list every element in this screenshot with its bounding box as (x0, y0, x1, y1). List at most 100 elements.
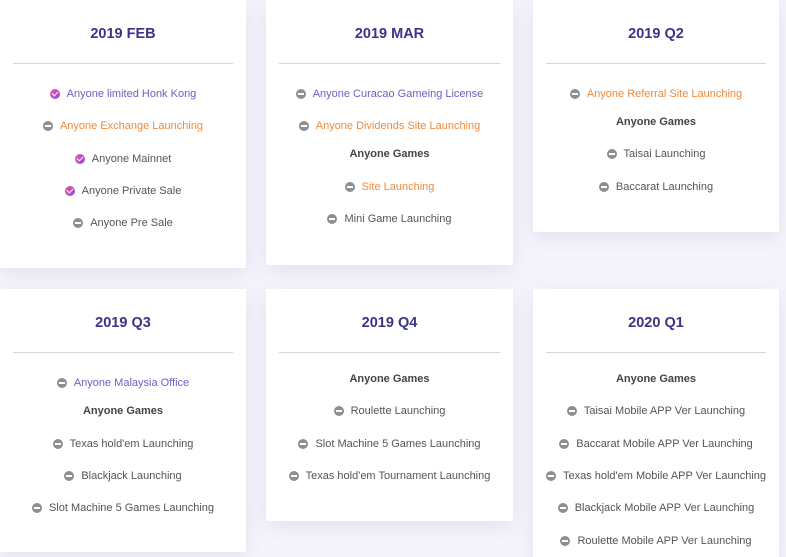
item-label: Anyone Referral Site Launching (586, 88, 743, 100)
item-label: Blackjack Launching (81, 470, 182, 482)
minus-icon (566, 406, 577, 416)
check-icon (64, 186, 75, 196)
minus-icon (545, 471, 556, 481)
item-label: Anyone Games (349, 148, 430, 160)
section-header: Anyone Games (0, 401, 246, 421)
minus-icon (344, 182, 355, 192)
card-divider (279, 63, 500, 64)
item-label: Anyone Malaysia Office (73, 377, 190, 389)
card-divider (546, 352, 766, 353)
item-label: Anyone Games (615, 116, 697, 128)
minus-icon (52, 439, 63, 449)
item-label: Blackjack Mobile APP Ver Launching (574, 502, 755, 514)
roadmap-item: Anyone Dividends Site Launching (266, 116, 513, 136)
roadmap-card-2019-q2: 2019 Q2 Anyone Referral Site Launching A… (533, 0, 779, 232)
roadmap-item: Anyone Malaysia Office (0, 373, 246, 393)
card-title: 2019 Q4 (361, 315, 418, 331)
minus-icon (288, 471, 299, 481)
section-header: Anyone Games (266, 144, 513, 164)
roadmap-item: Anyone Exchange Launching (0, 116, 246, 136)
roadmap-item: Site Launching (266, 177, 513, 197)
item-label: Roulette Mobile APP Ver Launching (577, 535, 752, 547)
roadmap-item: Roulette Mobile APP Ver Launching (533, 531, 779, 551)
roadmap-item: Baccarat Launching (533, 177, 779, 197)
item-label: Slot Machine 5 Games Launching (48, 502, 215, 514)
card-title: 2019 MAR (354, 26, 425, 42)
check-icon (74, 154, 85, 164)
minus-icon (31, 503, 42, 513)
item-label: Anyone Private Sale (81, 185, 182, 197)
section-header: Anyone Games (266, 369, 513, 389)
item-label: Anyone Games (615, 373, 697, 385)
item-label: Baccarat Mobile APP Ver Launching (576, 438, 753, 450)
minus-icon (560, 536, 571, 546)
item-label: Baccarat Launching (615, 181, 714, 193)
roadmap-item: Anyone limited Honk Kong (0, 84, 246, 104)
roadmap-item: Anyone Referral Site Launching (533, 84, 779, 104)
roadmap-item: Roulette Launching (266, 401, 513, 421)
check-icon (49, 89, 60, 99)
card-title: 2020 Q1 (628, 315, 684, 331)
item-label: Texas hold'em Launching (69, 438, 194, 450)
roadmap-card-2019-q3: 2019 Q3 Anyone Malaysia Office Anyone Ga… (0, 289, 246, 552)
roadmap-item: Blackjack Mobile APP Ver Launching (533, 498, 779, 518)
roadmap-card-2019-feb: 2019 FEB Anyone limited Honk Kong Anyone… (0, 0, 246, 268)
minus-icon (56, 378, 67, 388)
minus-icon (333, 406, 344, 416)
item-label: Anyone Games (349, 373, 430, 385)
card-divider (279, 352, 500, 353)
minus-icon (64, 471, 75, 481)
roadmap-item: Taisai Mobile APP Ver Launching (533, 401, 779, 421)
roadmap-item: Texas hold'em Mobile APP Ver Launching (533, 466, 779, 486)
item-label: Taisai Launching (623, 148, 706, 160)
roadmap-item: Slot Machine 5 Games Launching (266, 434, 513, 454)
card-title: 2019 Q2 (628, 26, 684, 42)
roadmap-item: Taisai Launching (533, 144, 779, 164)
item-label: Texas hold'em Tournament Launching (305, 470, 491, 482)
item-label: Anyone limited Honk Kong (66, 88, 197, 100)
card-divider (546, 63, 766, 64)
roadmap-item: Texas hold'em Launching (0, 434, 246, 454)
roadmap-item: Anyone Private Sale (0, 181, 246, 201)
item-label: Slot Machine 5 Games Launching (315, 438, 481, 450)
item-label: Site Launching (361, 181, 435, 193)
roadmap-card-2019-q4: 2019 Q4 Anyone Games Roulette Launching … (266, 289, 513, 521)
item-label: Texas hold'em Mobile APP Ver Launching (562, 470, 767, 482)
item-label: Anyone Dividends Site Launching (315, 120, 481, 132)
minus-icon (42, 121, 53, 131)
minus-icon (295, 89, 306, 99)
minus-icon (298, 439, 309, 449)
roadmap-item: Anyone Curacao Gameing License (266, 84, 513, 104)
minus-icon (298, 121, 309, 131)
item-label: Mini Game Launching (344, 213, 452, 225)
item-label: Taisai Mobile APP Ver Launching (583, 405, 746, 417)
item-label: Anyone Curacao Gameing License (312, 88, 484, 100)
minus-icon (327, 214, 338, 224)
minus-icon (73, 218, 84, 228)
roadmap-item: Anyone Mainnet (0, 149, 246, 169)
minus-icon (559, 439, 570, 449)
roadmap-card-2019-mar: 2019 MAR Anyone Curacao Gameing License … (266, 0, 513, 265)
minus-icon (569, 89, 580, 99)
item-label: Anyone Games (82, 405, 164, 417)
item-label: Anyone Exchange Launching (59, 120, 204, 132)
roadmap-card-2020-q1: 2020 Q1 Anyone Games Taisai Mobile APP V… (533, 289, 779, 557)
card-divider (13, 352, 233, 353)
minus-icon (557, 503, 568, 513)
card-title: 2019 Q3 (95, 315, 151, 331)
minus-icon (598, 182, 609, 192)
card-title: 2019 FEB (90, 26, 156, 42)
item-label: Anyone Mainnet (91, 153, 172, 165)
roadmap-item: Texas hold'em Tournament Launching (266, 466, 513, 486)
section-header: Anyone Games (533, 112, 779, 132)
roadmap-item: Mini Game Launching (266, 209, 513, 229)
roadmap-item: Anyone Pre Sale (0, 213, 246, 233)
roadmap-item: Blackjack Launching (0, 466, 246, 486)
item-label: Anyone Pre Sale (90, 217, 173, 229)
roadmap-item: Baccarat Mobile APP Ver Launching (533, 434, 779, 454)
card-divider (13, 63, 233, 64)
roadmap-item: Slot Machine 5 Games Launching (0, 498, 246, 518)
section-header: Anyone Games (533, 369, 779, 389)
minus-icon (606, 149, 617, 159)
item-label: Roulette Launching (350, 405, 446, 417)
